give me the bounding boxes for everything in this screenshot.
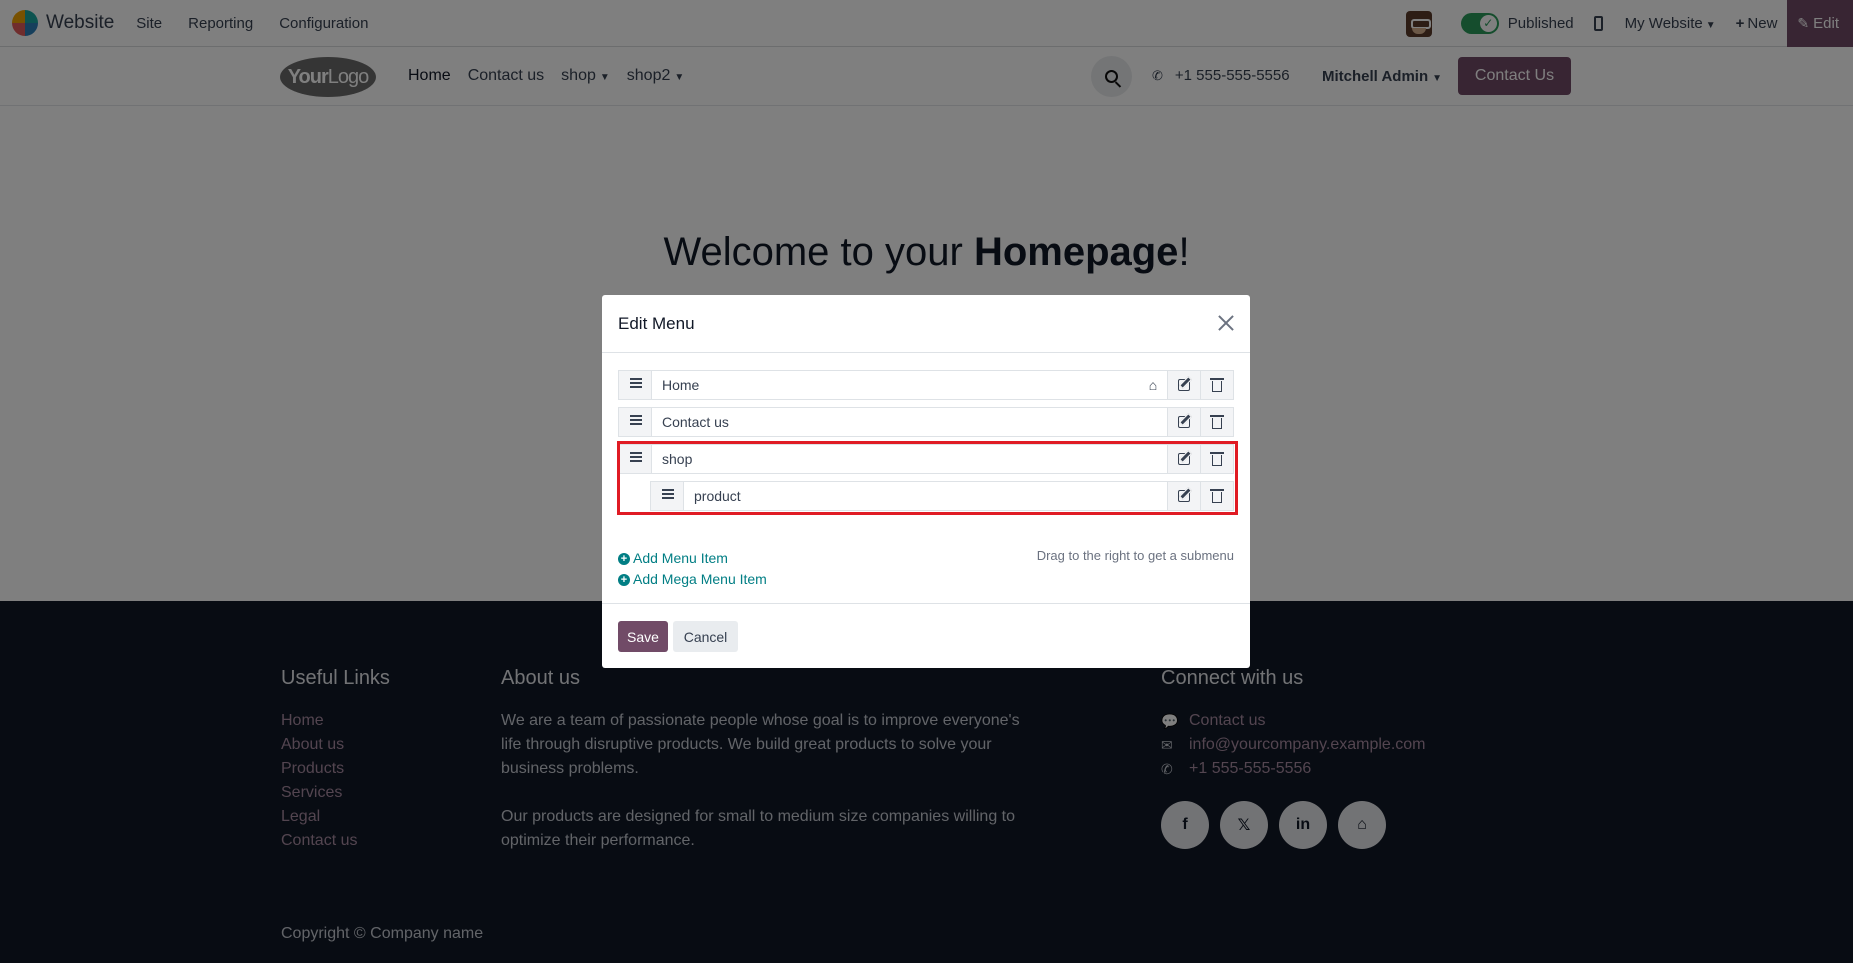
add-menu-item-link[interactable]: + Add Menu Item [618,548,767,569]
dialog-footer: Save Cancel [602,603,1250,668]
dialog-title: Edit Menu [618,314,695,333]
edit-icon [1178,453,1190,465]
plus-circle-icon: + [618,552,630,565]
trash-icon [1210,488,1224,503]
edit-icon [1178,416,1190,428]
menu-item-label: product [694,488,741,504]
plus-circle-icon: + [618,573,630,586]
dialog-header: Edit Menu [602,295,1250,353]
menu-item-row[interactable]: Home ⌂ [618,370,1234,400]
edit-item-button[interactable] [1167,482,1200,510]
menu-item-label: shop [662,451,693,467]
add-mega-menu-item-link[interactable]: + Add Mega Menu Item [618,569,767,590]
add-links: + Add Menu Item + Add Mega Menu Item [618,548,767,590]
edit-item-button[interactable] [1167,371,1200,399]
trash-icon [1210,377,1224,392]
submenu-item-row[interactable]: product [650,481,1234,511]
delete-item-button[interactable] [1200,408,1233,436]
delete-item-button[interactable] [1200,445,1233,473]
menu-item-list: Home ⌂ Contact us shop product [618,370,1234,518]
edit-item-button[interactable] [1167,445,1200,473]
menu-item-row[interactable]: shop [618,444,1234,474]
edit-icon [1178,379,1190,391]
cancel-button[interactable]: Cancel [673,621,738,652]
menu-item-label: Contact us [662,414,729,430]
menu-item-row[interactable]: Contact us [618,407,1234,437]
edit-icon [1178,490,1190,502]
homepage-icon: ⌂ [1148,377,1158,393]
submenu-hint: Drag to the right to get a submenu [1036,548,1234,563]
drag-handle-icon[interactable] [651,482,684,510]
delete-item-button[interactable] [1200,371,1233,399]
menu-item-label: Home [662,377,700,393]
save-button[interactable]: Save [618,621,668,652]
close-icon[interactable] [1216,313,1236,333]
add-mega-menu-item-label: Add Mega Menu Item [633,571,767,587]
trash-icon [1210,451,1224,466]
drag-handle-icon[interactable] [619,408,652,436]
drag-handle-icon[interactable] [619,371,652,399]
trash-icon [1210,414,1224,429]
add-menu-item-label: Add Menu Item [633,550,728,566]
delete-item-button[interactable] [1200,482,1233,510]
edit-item-button[interactable] [1167,408,1200,436]
drag-handle-icon[interactable] [619,445,652,473]
edit-menu-dialog: Edit Menu Home ⌂ Contact us shop product [602,295,1250,668]
